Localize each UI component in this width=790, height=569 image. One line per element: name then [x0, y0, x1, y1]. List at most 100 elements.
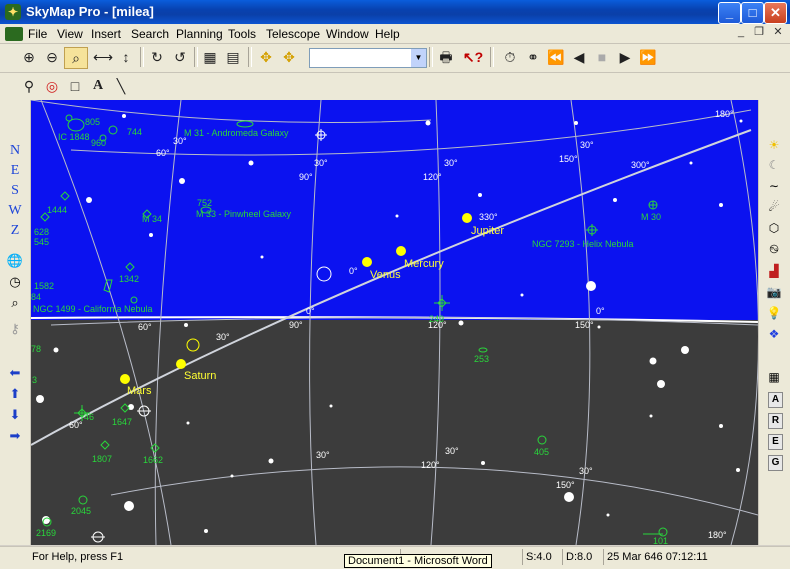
direction-west[interactable]: W	[6, 202, 24, 220]
pan-down-icon[interactable]: ⬇	[6, 406, 24, 424]
key-icon[interactable]: ⚷	[6, 320, 24, 338]
comet-icon[interactable]: ☄	[766, 199, 782, 215]
clock-icon[interactable]: ⏱	[499, 47, 521, 67]
maximize-button[interactable]: □	[741, 2, 764, 24]
grid-label: 0°	[306, 306, 315, 316]
context-help-icon[interactable]: ↖?	[462, 47, 484, 67]
telescope-icon[interactable]: ⚲	[18, 76, 40, 96]
right-toolbar: ☀ ☾ ∼ ☄ ⬡ ࿊ ▟ 📷 💡 ❖ ▦ A R E G	[758, 100, 790, 545]
chart-icon[interactable]: ▟	[766, 263, 782, 279]
planet-label: Jupiter	[471, 225, 504, 237]
rotate-ccw-icon[interactable]: ↺	[169, 47, 191, 67]
rectangle-icon[interactable]: □	[64, 76, 86, 96]
grid-label: 60°	[69, 420, 83, 430]
planet-jupiter[interactable]	[462, 213, 472, 223]
menu-tools[interactable]: Tools	[228, 27, 256, 41]
separator	[140, 47, 144, 67]
menu-help[interactable]: Help	[375, 27, 400, 41]
horizontal-flip-icon[interactable]: ⟷	[92, 47, 114, 67]
grid-label: 150°	[556, 480, 575, 490]
text-icon[interactable]: A	[87, 76, 109, 96]
menu-search[interactable]: Search	[131, 27, 169, 41]
direction-north[interactable]: N	[6, 142, 24, 160]
pan-right-icon[interactable]: ➡	[6, 427, 24, 445]
grid-label: 120°	[421, 460, 440, 470]
pan-left-icon[interactable]: ⬅	[6, 364, 24, 382]
object-label: 78	[31, 344, 41, 354]
mdi-minimize-icon[interactable]: _	[734, 26, 748, 39]
box-g[interactable]: G	[768, 455, 783, 471]
menu-view[interactable]: View	[57, 27, 83, 41]
planet-mercury[interactable]	[396, 246, 406, 256]
camera-icon[interactable]: 📷	[766, 284, 782, 300]
object-label: 249	[429, 314, 444, 324]
mdi-close-icon[interactable]: ✕	[771, 26, 785, 39]
close-button[interactable]: ✕	[764, 2, 787, 24]
direction-east[interactable]: E	[6, 162, 24, 180]
rotate-cw-icon[interactable]: ↻	[146, 47, 168, 67]
compass-icon[interactable]: ◷	[6, 273, 24, 291]
menu-file[interactable]: File	[28, 27, 47, 41]
menu-telescope[interactable]: Telescope	[266, 27, 320, 41]
box-e[interactable]: E	[768, 434, 783, 450]
fast-forward-icon[interactable]: ⏩	[637, 47, 659, 67]
zoom-select-icon[interactable]: ⌕	[64, 47, 88, 69]
object-label: 805	[85, 117, 100, 127]
step-forward-icon[interactable]: ▶	[614, 47, 636, 67]
menu-window[interactable]: Window	[326, 27, 369, 41]
grid-icon[interactable]: ▦	[199, 47, 221, 67]
vertical-flip-icon[interactable]: ↕	[115, 47, 137, 67]
stop-icon[interactable]: ■	[591, 47, 613, 67]
galaxy-icon[interactable]: ࿊	[766, 241, 782, 257]
menu-planning[interactable]: Planning	[176, 27, 223, 41]
pan-up-icon[interactable]: ⬆	[6, 385, 24, 403]
center-icon[interactable]: ✥	[255, 47, 277, 67]
asteroid-icon[interactable]: ⬡	[766, 220, 782, 236]
mdi-restore-icon[interactable]: ❐	[752, 26, 766, 39]
zoom-in-icon[interactable]: ⊕	[18, 47, 40, 67]
grid-label: 150°	[559, 154, 578, 164]
direction-zenith[interactable]: Z	[6, 222, 24, 240]
planet-saturn[interactable]	[176, 359, 186, 369]
minimize-button[interactable]: _	[718, 2, 741, 24]
globe-icon[interactable]: 🌐	[6, 252, 24, 270]
object-label: 1807	[92, 454, 112, 464]
link-icon[interactable]: ⚭	[522, 47, 544, 67]
target-icon[interactable]: ◎	[41, 76, 63, 96]
object-label: M 33 - Pinwheel Galaxy	[196, 209, 292, 219]
object-label: 2045	[71, 506, 91, 516]
document-icon[interactable]	[5, 27, 23, 41]
app-icon[interactable]: ✦	[5, 4, 21, 20]
bulb-icon[interactable]: 💡	[766, 305, 782, 321]
zoom-out-icon[interactable]: ⊖	[41, 47, 63, 67]
chevron-down-icon[interactable]: ▼	[411, 49, 426, 67]
object-label: 3	[32, 375, 37, 385]
table-grid-icon[interactable]: ▦	[766, 369, 782, 385]
recenter-icon[interactable]: ✥	[278, 47, 300, 67]
line-icon[interactable]: ╲	[110, 76, 132, 96]
object-label: 744	[127, 127, 142, 137]
sky-map[interactable]: 60° 30° 30° 90° 30° 120° 30° 150° 180° 3…	[31, 100, 758, 545]
object-combo[interactable]: ▼	[309, 48, 427, 68]
colors-icon[interactable]: ❖	[766, 326, 782, 342]
direction-south[interactable]: S	[6, 182, 24, 200]
status-help: For Help, press F1	[32, 551, 124, 563]
status-divider	[603, 549, 604, 565]
milky-way-icon[interactable]: ∼	[766, 178, 782, 194]
print-icon[interactable]: 🖶	[435, 47, 457, 67]
moon-icon[interactable]: ☾	[766, 157, 782, 173]
sun-icon[interactable]: ☀	[766, 137, 782, 153]
box-r[interactable]: R	[768, 413, 783, 429]
menu-insert[interactable]: Insert	[91, 27, 121, 41]
object-label: 1342	[119, 274, 139, 284]
box-a[interactable]: A	[768, 392, 783, 408]
horizon-grid-icon[interactable]: ▤	[222, 47, 244, 67]
ground-area	[31, 320, 758, 545]
object-label: 545	[34, 237, 49, 247]
grid-label: 60°	[138, 322, 152, 332]
step-back-icon[interactable]: ◀	[568, 47, 590, 67]
fast-back-icon[interactable]: ⏪	[545, 47, 567, 67]
magnifier-icon[interactable]: ⌕	[6, 294, 24, 312]
planet-venus[interactable]	[362, 257, 372, 267]
planet-mars[interactable]	[120, 374, 130, 384]
